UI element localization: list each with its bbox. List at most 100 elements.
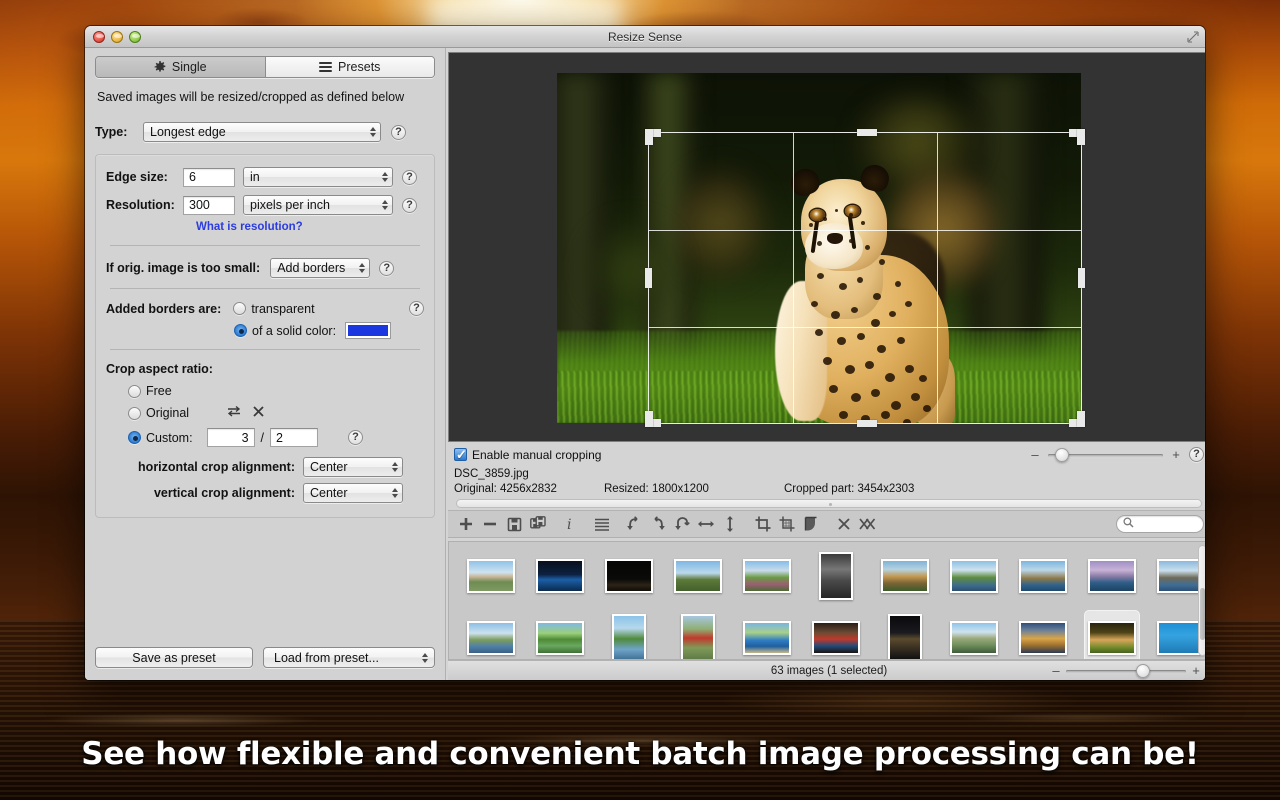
slider-thumb[interactable] bbox=[1136, 664, 1150, 678]
load-from-preset-select[interactable]: Load from preset... bbox=[263, 647, 435, 668]
search-input[interactable] bbox=[1116, 515, 1204, 533]
rotate-right-button[interactable] bbox=[646, 512, 670, 536]
clear-all-button[interactable] bbox=[856, 512, 880, 536]
thumbnail-cell-sunset-sailboat[interactable] bbox=[1015, 610, 1071, 660]
enable-manual-cropping-checkbox[interactable]: Enable manual cropping bbox=[454, 448, 601, 462]
scrollbar-thumb[interactable] bbox=[1200, 588, 1205, 640]
thumbnail-cell-castle-dark[interactable] bbox=[601, 548, 657, 604]
crop-grid-button[interactable] bbox=[775, 512, 799, 536]
remove-images-button[interactable] bbox=[478, 512, 502, 536]
crop-handle-top-left[interactable] bbox=[645, 129, 653, 145]
crop-original-radio[interactable]: Original bbox=[128, 406, 189, 420]
thumbnail-cell-river-tall[interactable] bbox=[601, 610, 657, 660]
edge-size-help-button[interactable]: ? bbox=[402, 170, 417, 185]
thumbnail-cell-runner-red-tall[interactable] bbox=[670, 610, 726, 660]
save-as-preset-button[interactable]: Save as preset bbox=[95, 647, 253, 668]
crop-custom-radio[interactable]: Custom: bbox=[128, 431, 193, 445]
list-view-button[interactable] bbox=[590, 512, 614, 536]
zoom-button[interactable] bbox=[129, 31, 141, 43]
add-images-button[interactable] bbox=[454, 512, 478, 536]
thumbnail-cell-beach-path[interactable] bbox=[946, 610, 1002, 660]
thumbnail-image bbox=[674, 559, 722, 593]
crop-overlay[interactable] bbox=[649, 133, 1081, 423]
zoom-in-button[interactable]: + bbox=[1170, 447, 1182, 462]
crop-handle-bottom-center[interactable] bbox=[857, 420, 877, 427]
clear-button[interactable] bbox=[832, 512, 856, 536]
crop-aspect-help-button[interactable]: ? bbox=[348, 430, 363, 445]
info-button[interactable]: i bbox=[558, 512, 582, 536]
save-button[interactable] bbox=[502, 512, 526, 536]
rotate-180-button[interactable] bbox=[670, 512, 694, 536]
flip-vertical-button[interactable] bbox=[718, 512, 742, 536]
thumbnail-cell-cheetah-selected[interactable] bbox=[1084, 610, 1140, 660]
thumbnail-cell-tree-sea[interactable] bbox=[739, 610, 795, 660]
image-preview-area[interactable] bbox=[448, 52, 1205, 442]
thumbnail-zoom-slider[interactable] bbox=[1066, 664, 1186, 678]
crop-corner-button[interactable] bbox=[799, 512, 823, 536]
borders-transparent-radio[interactable]: transparent bbox=[233, 302, 314, 316]
preview-zoom-slider[interactable] bbox=[1048, 448, 1163, 462]
thumbnail-cell-castle-bw-tall[interactable] bbox=[808, 548, 864, 604]
minimize-button[interactable] bbox=[111, 31, 123, 43]
vertical-scrollbar[interactable] bbox=[1198, 545, 1205, 656]
tab-single[interactable]: Single bbox=[96, 57, 265, 77]
edge-size-unit-select[interactable]: in bbox=[243, 167, 393, 187]
thumb-zoom-in-button[interactable]: + bbox=[1190, 663, 1202, 678]
swap-arrows-icon[interactable] bbox=[227, 404, 241, 422]
clear-x-icon[interactable] bbox=[253, 404, 264, 422]
preview-help-button[interactable]: ? bbox=[1189, 447, 1204, 462]
v-align-select[interactable]: Center bbox=[303, 483, 403, 503]
close-button[interactable] bbox=[93, 31, 105, 43]
horizontal-scrollbar[interactable] bbox=[456, 499, 1202, 508]
borders-solid-row: of a solid color: bbox=[106, 322, 424, 339]
what-is-resolution-link[interactable]: What is resolution? bbox=[196, 221, 303, 233]
crop-free-row[interactable]: Free bbox=[106, 384, 424, 398]
thumbnail-cell-windmill-sky[interactable] bbox=[670, 548, 726, 604]
v-align-row: vertical crop alignment: Center bbox=[106, 483, 424, 503]
window-body: Single Presets Saved images will be resi… bbox=[85, 48, 1205, 680]
thumbnail-cell-coast-green[interactable] bbox=[946, 548, 1002, 604]
slider-thumb[interactable] bbox=[1055, 448, 1069, 462]
thumb-zoom-out-button[interactable]: – bbox=[1050, 663, 1062, 678]
crop-handle-bottom-right[interactable] bbox=[1077, 411, 1085, 427]
thumbnail-cell-green-lake[interactable] bbox=[532, 610, 588, 660]
crop-handle-middle-right[interactable] bbox=[1078, 268, 1085, 288]
thumbnail-browser[interactable] bbox=[448, 541, 1205, 660]
tab-presets[interactable]: Presets bbox=[265, 57, 435, 77]
crop-custom-width-input[interactable]: 3 bbox=[207, 428, 255, 447]
type-select[interactable]: Longest edge bbox=[143, 122, 381, 142]
thumbnail-cell-lake-park[interactable] bbox=[463, 610, 519, 660]
resolution-unit-select[interactable]: pixels per inch bbox=[243, 195, 393, 215]
h-align-select[interactable]: Center bbox=[303, 457, 403, 477]
thumbnail-cell-cliff-coast[interactable] bbox=[877, 548, 933, 604]
window-titlebar[interactable]: Resize Sense bbox=[85, 26, 1205, 48]
too-small-help-button[interactable]: ? bbox=[379, 261, 394, 276]
thumbnail-cell-garden-flowers[interactable] bbox=[739, 548, 795, 604]
crop-custom-height-input[interactable]: 2 bbox=[270, 428, 318, 447]
zoom-out-button[interactable]: – bbox=[1029, 447, 1041, 462]
thumbnail-cell-people-couple[interactable] bbox=[808, 610, 864, 660]
crop-handle-bottom-left[interactable] bbox=[645, 411, 653, 427]
resolution-help-button[interactable]: ? bbox=[402, 198, 417, 213]
save-all-button[interactable] bbox=[526, 512, 550, 536]
thumbnail-cell-sea-cliff[interactable] bbox=[1015, 548, 1071, 604]
thumbnail-cell-castle-night-blue[interactable] bbox=[532, 548, 588, 604]
crop-handle-middle-left[interactable] bbox=[645, 268, 652, 288]
thumbnail-cell-moon-night-tall[interactable] bbox=[877, 610, 933, 660]
type-help-button[interactable]: ? bbox=[391, 125, 406, 140]
resolution-input[interactable]: 300 bbox=[183, 196, 235, 215]
rotate-left-button[interactable] bbox=[622, 512, 646, 536]
thumbnail-cell-palace-reflection[interactable] bbox=[463, 548, 519, 604]
crop-button[interactable] bbox=[751, 512, 775, 536]
crop-handle-top-center[interactable] bbox=[857, 129, 877, 136]
edge-size-input[interactable]: 6 bbox=[183, 168, 235, 187]
borders-help-button[interactable]: ? bbox=[409, 301, 424, 316]
radio-indicator bbox=[128, 385, 141, 398]
border-color-swatch[interactable] bbox=[345, 322, 391, 339]
thumbnail-cell-purple-sunset-sea[interactable] bbox=[1084, 548, 1140, 604]
borders-solid-radio[interactable]: of a solid color: bbox=[234, 324, 336, 338]
crop-handle-top-right[interactable] bbox=[1077, 129, 1085, 145]
flip-horizontal-button[interactable] bbox=[694, 512, 718, 536]
too-small-select[interactable]: Add borders bbox=[270, 258, 370, 278]
resize-corner-icon[interactable] bbox=[1187, 31, 1199, 43]
